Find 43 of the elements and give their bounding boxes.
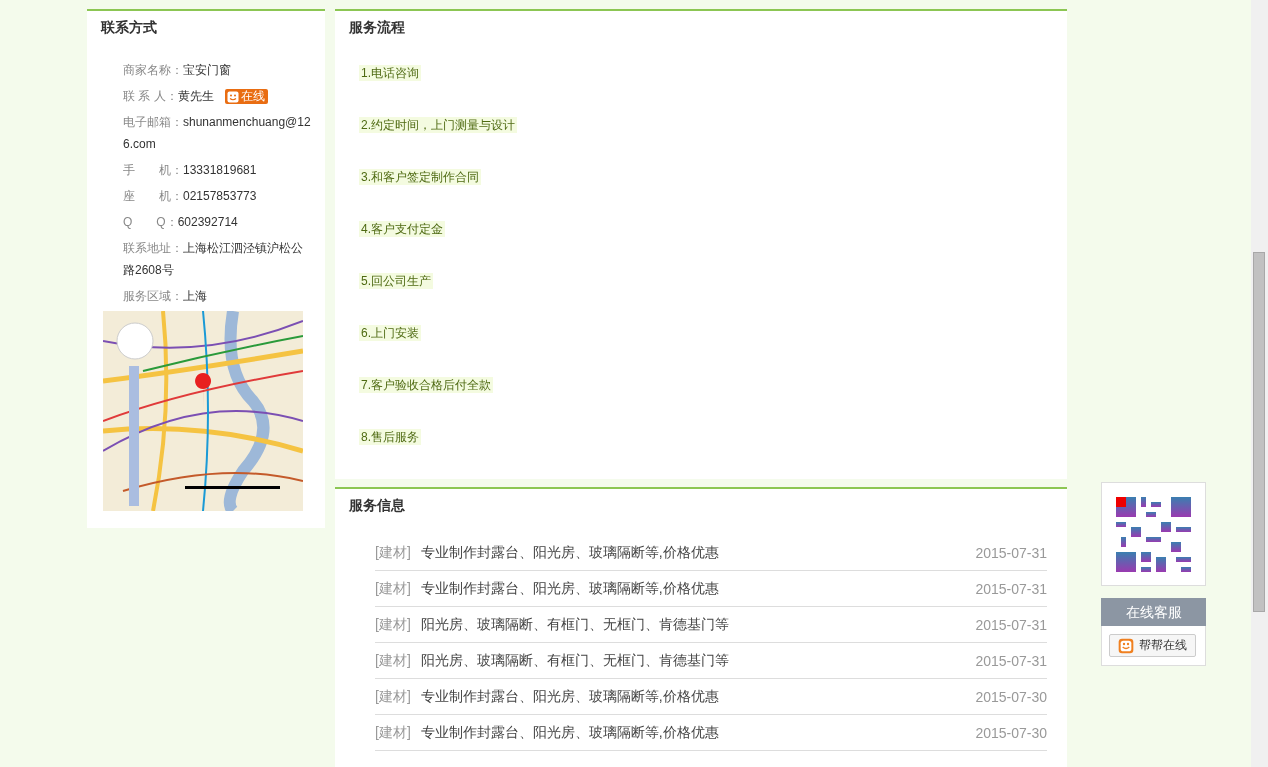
category-tag: [建材] <box>375 615 411 634</box>
process-step: 7.客户验收合格后付全款 <box>359 377 493 393</box>
service-header: 在线客服 <box>1101 598 1206 626</box>
contact-line: 手 机：13331819681 <box>123 163 257 177</box>
process-step: 1.电话咨询 <box>359 65 421 81</box>
qr-code-icon <box>1116 496 1191 572</box>
contact-line: 电子邮箱：shunanmenchuang@126.com <box>123 115 311 151</box>
panel-title: 服务信息 <box>348 496 406 515</box>
date-text: 2015-07-31 <box>975 544 1047 561</box>
category-tag: [建材] <box>375 723 411 742</box>
panel-title: 联系方式 <box>99 18 158 37</box>
date-text: 2015-07-30 <box>975 724 1047 741</box>
info-link[interactable]: 专业制作封露台、阳光房、玻璃隔断等,价格优惠 <box>420 543 976 562</box>
process-step: 2.约定时间，上门测量与设计 <box>359 117 517 133</box>
online-chat-button[interactable]: 帮帮在线 <box>1109 634 1196 657</box>
category-tag: [建材] <box>375 543 411 562</box>
contact-line: 联 系 人：黄先生 <box>123 89 214 103</box>
contact-line: 联系地址：上海松江泗泾镇沪松公路2608号 <box>123 241 303 277</box>
category-tag: [建材] <box>375 579 411 598</box>
info-link[interactable]: 专业制作封露台、阳光房、玻璃隔断等,价格优惠 <box>420 723 976 742</box>
category-tag: [建材] <box>375 687 411 706</box>
process-step: 4.客户支付定金 <box>359 221 445 237</box>
process-step: 3.和客户签定制作合同 <box>359 169 481 185</box>
contact-line: 服务区域：上海 <box>123 289 207 303</box>
process-step: 5.回公司生产 <box>359 273 433 289</box>
info-link[interactable]: 专业制作封露台、阳光房、玻璃隔断等,价格优惠 <box>420 579 976 598</box>
process-step: 8.售后服务 <box>359 429 421 445</box>
info-link[interactable]: 阳光房、玻璃隔断、有框门、无框门、肯德基门等 <box>420 651 976 670</box>
scrollbar[interactable] <box>1251 0 1268 767</box>
contact-line: Q Q：602392714 <box>123 215 238 229</box>
smiley-icon <box>227 90 239 103</box>
panel-title: 服务流程 <box>348 18 406 37</box>
date-text: 2015-07-31 <box>975 616 1047 633</box>
contact-line: 座 机：02157853773 <box>123 189 257 203</box>
date-text: 2015-07-31 <box>975 580 1047 597</box>
process-step: 6.上门安装 <box>359 325 421 341</box>
info-link[interactable]: 阳光房、玻璃隔断、有框门、无框门、肯德基门等 <box>420 615 976 634</box>
smiley-icon <box>1118 637 1134 654</box>
contact-line: 商家名称：宝安门窗 <box>123 63 231 77</box>
category-tag: [建材] <box>375 651 411 670</box>
date-text: 2015-07-30 <box>975 688 1047 705</box>
date-text: 2015-07-31 <box>975 652 1047 669</box>
info-link[interactable]: 专业制作封露台、阳光房、玻璃隔断等,价格优惠 <box>420 687 976 706</box>
